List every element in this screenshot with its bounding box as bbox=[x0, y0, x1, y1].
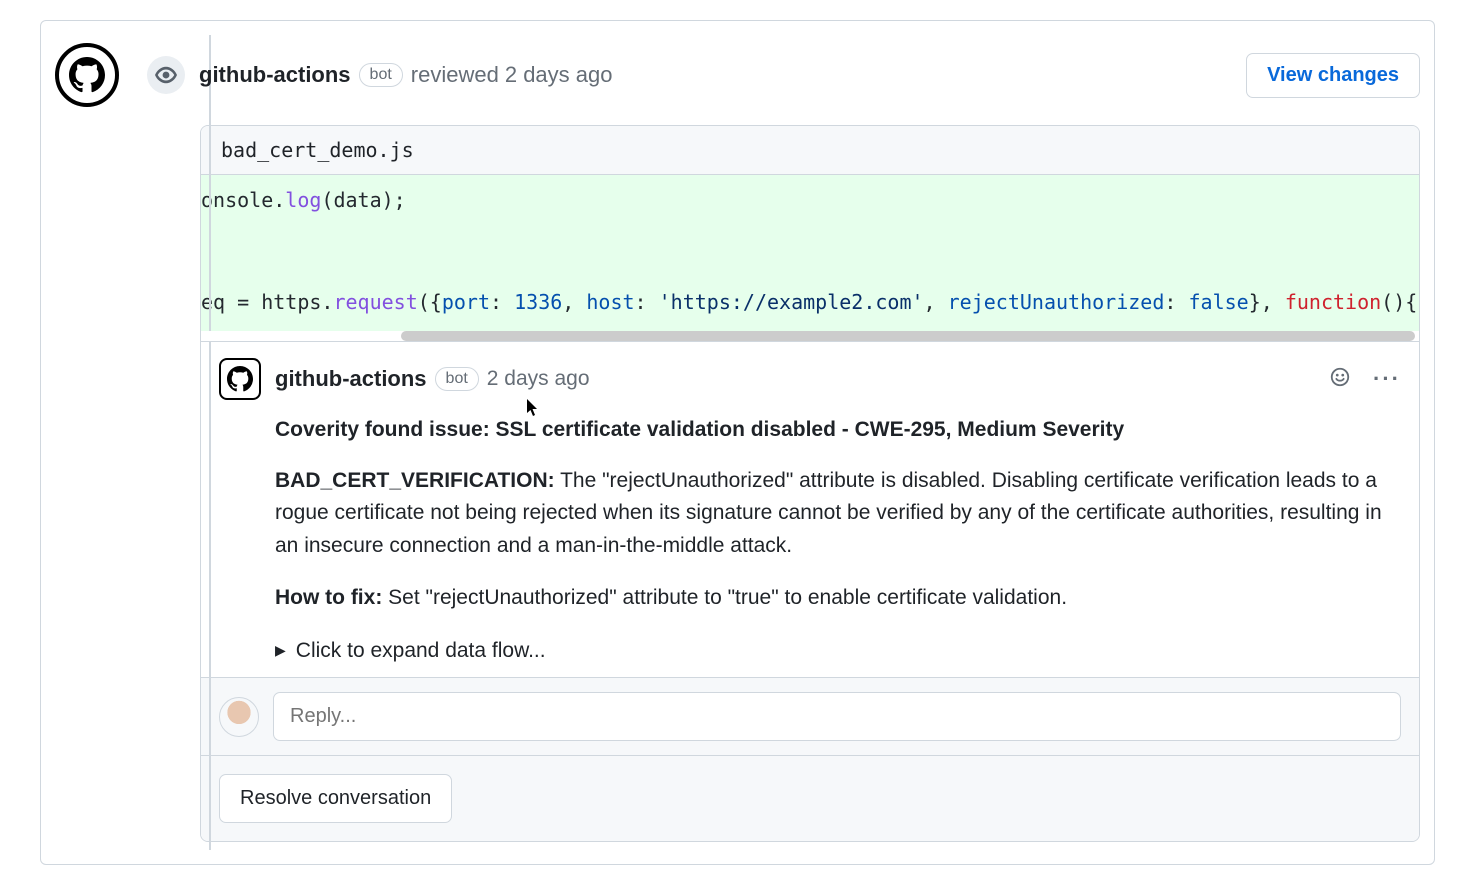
code-text: (data); bbox=[321, 188, 405, 212]
code-key: rejectUnauthorized bbox=[948, 290, 1165, 314]
code-key: port bbox=[442, 290, 490, 314]
resolve-conversation-button[interactable]: Resolve conversation bbox=[219, 774, 452, 823]
review-header: github-actions bot reviewed 2 days ago V… bbox=[55, 35, 1420, 125]
code-text: onsole. bbox=[201, 188, 285, 212]
github-icon bbox=[227, 366, 253, 392]
review-author[interactable]: github-actions bbox=[199, 62, 351, 88]
triangle-right-icon: ▶ bbox=[275, 640, 286, 662]
issue-fix: How to fix: Set "rejectUnauthorized" att… bbox=[275, 582, 1401, 615]
comment-author[interactable]: github-actions bbox=[275, 366, 427, 392]
diff-line: onsole.log(data); bbox=[201, 183, 1419, 217]
diff-block: onsole.log(data); eq = https.request({po… bbox=[201, 175, 1419, 331]
comment-time[interactable]: 2 days ago bbox=[487, 367, 590, 391]
code-kw: function bbox=[1285, 290, 1381, 314]
scrollbar-thumb[interactable] bbox=[401, 331, 1415, 341]
github-icon bbox=[69, 57, 105, 93]
code-text: ({ bbox=[418, 290, 442, 314]
view-changes-button[interactable]: View changes bbox=[1246, 53, 1420, 98]
fix-text: Set "rejectUnauthorized" attribute to "t… bbox=[382, 586, 1067, 609]
diff-line: eq = https.request({port: 1336, host: 'h… bbox=[201, 285, 1419, 319]
reply-bar bbox=[201, 677, 1419, 755]
review-time[interactable]: 2 days ago bbox=[505, 62, 613, 88]
file-header[interactable]: bad_cert_demo.js bbox=[201, 126, 1419, 175]
comment-avatar[interactable] bbox=[219, 358, 261, 400]
smiley-icon bbox=[1329, 366, 1351, 388]
comment-menu-button[interactable]: ··· bbox=[1373, 366, 1401, 392]
expand-label: Click to expand data flow... bbox=[296, 635, 546, 668]
issue-description: BAD_CERT_VERIFICATION: The "rejectUnauth… bbox=[275, 465, 1401, 563]
github-avatar[interactable] bbox=[55, 43, 119, 107]
code-num: 1336 bbox=[514, 290, 562, 314]
eye-icon bbox=[155, 64, 177, 86]
review-action: reviewed bbox=[411, 62, 499, 88]
bot-badge: bot bbox=[435, 367, 479, 391]
code-str: 'https://example2.com' bbox=[659, 290, 924, 314]
user-avatar[interactable] bbox=[219, 697, 259, 737]
code-text: eq = https. bbox=[201, 290, 333, 314]
timeline-line bbox=[209, 35, 211, 850]
expand-details-toggle[interactable]: ▶ Click to expand data flow... bbox=[275, 635, 1401, 668]
issue-title: Coverity found issue: SSL certificate va… bbox=[275, 414, 1401, 447]
comment: github-actions bot 2 days ago ··· Coveri… bbox=[201, 341, 1419, 677]
code-text: (){ bbox=[1381, 290, 1417, 314]
issue-code: BAD_CERT_VERIFICATION: bbox=[275, 469, 555, 492]
horizontal-scrollbar[interactable] bbox=[201, 331, 1419, 341]
comment-body: Coverity found issue: SSL certificate va… bbox=[219, 414, 1401, 667]
code-key: host bbox=[586, 290, 634, 314]
reply-input[interactable] bbox=[273, 692, 1401, 741]
code-fn: log bbox=[285, 188, 321, 212]
code-text: }, bbox=[1249, 290, 1285, 314]
code-fn: request bbox=[333, 290, 417, 314]
review-event-badge bbox=[147, 56, 185, 94]
fix-label: How to fix: bbox=[275, 586, 382, 609]
resolve-bar: Resolve conversation bbox=[201, 755, 1419, 841]
code-bool: false bbox=[1188, 290, 1248, 314]
review-comment-card: bad_cert_demo.js onsole.log(data); eq = … bbox=[200, 125, 1420, 842]
bot-badge: bot bbox=[359, 63, 403, 87]
add-reaction-button[interactable] bbox=[1329, 366, 1351, 393]
